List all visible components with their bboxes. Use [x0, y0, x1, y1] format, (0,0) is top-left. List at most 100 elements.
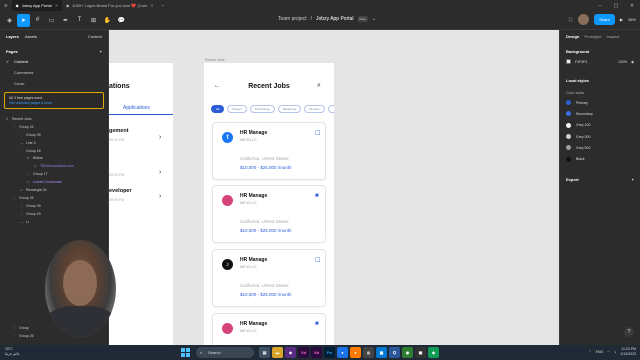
- job-card[interactable]: f HR Manage META LLC ☐ California, United St…: [212, 122, 326, 180]
- category-chip[interactable]: Finance: [304, 105, 325, 113]
- tray-chevron-icon[interactable]: ⌃: [589, 350, 592, 354]
- main-menu-icon[interactable]: ◈: [3, 14, 16, 27]
- add-export-icon[interactable]: +: [632, 177, 634, 182]
- layer-item[interactable]: ⋮ Group 18: [0, 148, 108, 156]
- minimize-icon[interactable]: –: [592, 3, 608, 9]
- category-chip[interactable]: Marketing: [277, 105, 302, 113]
- new-tab-icon[interactable]: +: [158, 0, 168, 11]
- language-indicator[interactable]: ENG: [596, 350, 604, 354]
- category-chip[interactable]: Technology: [249, 105, 275, 113]
- color-style-item[interactable]: Grey 100: [560, 120, 640, 131]
- back-arrow-icon[interactable]: ←: [214, 83, 220, 89]
- move-tool-icon[interactable]: ➤: [17, 13, 30, 27]
- adobe-xd-icon[interactable]: Xd: [298, 347, 309, 358]
- color-style-item[interactable]: Grey 500: [560, 142, 640, 153]
- comment-tool-icon[interactable]: 💬: [115, 14, 128, 27]
- team-link[interactable]: Team project: [278, 16, 307, 22]
- chevron-right-icon[interactable]: ›: [159, 193, 161, 200]
- volume-icon[interactable]: ◖: [614, 350, 616, 354]
- window-close-icon[interactable]: ✕: [624, 3, 640, 9]
- page-item-cover[interactable]: Cover: [0, 78, 108, 89]
- windows-start-icon[interactable]: [181, 348, 190, 357]
- present-icon[interactable]: ▶: [620, 17, 623, 22]
- layer-item[interactable]: ⋮ Group 39: [0, 132, 108, 140]
- layer-item[interactable]: ◇ curved / bookmark: [0, 179, 108, 187]
- app-icon[interactable]: ◈: [428, 347, 439, 358]
- category-chip[interactable]: Design: [227, 105, 247, 113]
- color-style-item[interactable]: Black: [560, 153, 640, 164]
- job-card[interactable]: HR Manage META LLC ■ California, United Sta…: [212, 185, 326, 243]
- browser-menu-icon[interactable]: ☰: [0, 0, 12, 11]
- avatar[interactable]: [578, 14, 590, 25]
- headphones-icon[interactable]: 🎧: [568, 17, 573, 22]
- tab-design[interactable]: Design: [566, 34, 579, 39]
- color-style-item[interactable]: Grey 300: [560, 131, 640, 142]
- background-fill-row[interactable]: F4F4F4 100% ◉: [560, 57, 640, 66]
- tab-prototype[interactable]: Prototype: [584, 34, 601, 39]
- layer-item[interactable]: # Button: [0, 155, 108, 163]
- text-tool-icon[interactable]: T: [73, 14, 86, 27]
- category-chip[interactable]: All: [211, 105, 225, 113]
- recent-jobs-frame[interactable]: Recent Jobs ← ⌕ All Design Technology Marke…: [204, 63, 334, 345]
- frame-tool-icon[interactable]: #: [31, 14, 44, 27]
- app-icon[interactable]: ◉: [402, 347, 413, 358]
- chevron-right-icon[interactable]: ›: [159, 134, 161, 141]
- app-icon[interactable]: ▦: [376, 347, 387, 358]
- layer-item[interactable]: ⋮ Group 17: [0, 171, 108, 179]
- browser-tab-logos[interactable]: ◆ 1000+ Logos Brand For you love ❤️ (Com…: [62, 0, 158, 11]
- chevron-down-icon[interactable]: ⌄: [372, 16, 376, 22]
- upgrade-link[interactable]: Get unlimited pages & more: [9, 101, 99, 105]
- photoshop-icon[interactable]: Ps: [324, 347, 335, 358]
- folder-icon[interactable]: ▬: [272, 347, 283, 358]
- browser-tab-jobzy[interactable]: ◆ Jobzy App Portal ✕: [11, 0, 63, 11]
- layer-item[interactable]: ⋮ Group 26: [0, 195, 108, 203]
- page-selector[interactable]: Content: [88, 34, 102, 39]
- file-explorer-icon[interactable]: ▤: [259, 347, 270, 358]
- app-icon[interactable]: ◆: [285, 347, 296, 358]
- bookmark-icon[interactable]: ■: [315, 193, 319, 199]
- applications-frame[interactable]: ations Applications gement 05:00 PM › 05…: [109, 63, 173, 345]
- weather-widget[interactable]: 15°C غائم جزئيا: [5, 347, 19, 357]
- layer-item[interactable]: # Recent Jobs: [0, 116, 108, 124]
- bookmark-icon[interactable]: ☐: [315, 257, 320, 264]
- pen-tool-icon[interactable]: ✒: [59, 14, 72, 27]
- layer-item[interactable]: ⋮ Group 29: [0, 211, 108, 219]
- layer-item[interactable]: ⋮ Group 39: [0, 203, 108, 211]
- resources-icon[interactable]: ⊞: [87, 14, 100, 27]
- wifi-icon[interactable]: ◠: [607, 350, 610, 354]
- job-card[interactable]: ♪ HR Manage META LLC ☐ California, United St…: [212, 249, 326, 307]
- tab-layers[interactable]: Layers: [6, 34, 19, 39]
- tab-assets[interactable]: Assets: [25, 34, 37, 39]
- color-style-item[interactable]: Primary: [560, 97, 640, 108]
- frame-label[interactable]: Recent Jobs: [205, 58, 224, 62]
- layer-item[interactable]: ▭ Rectangle 24: [0, 187, 108, 195]
- page-item-comments[interactable]: Comments: [0, 67, 108, 78]
- chevron-right-icon[interactable]: ›: [159, 169, 161, 176]
- chrome-icon[interactable]: ●: [337, 347, 348, 358]
- app-icon[interactable]: ▣: [415, 347, 426, 358]
- layer-item[interactable]: — Line 3: [0, 140, 108, 148]
- help-icon[interactable]: ?: [624, 327, 634, 337]
- tab-applications[interactable]: Applications: [109, 105, 173, 115]
- tab-inspect[interactable]: Inspect: [606, 34, 619, 39]
- close-icon[interactable]: ✕: [55, 3, 58, 8]
- shape-tool-icon[interactable]: ▭: [45, 14, 58, 27]
- background-swatch[interactable]: [566, 59, 571, 64]
- layer-item[interactable]: ◇ TikTok/socialicon.com: [0, 163, 108, 171]
- page-item-content[interactable]: Content: [0, 56, 108, 67]
- clock[interactable]: 11:23 PM 1/12/2023: [620, 347, 636, 357]
- layer-item[interactable]: — Li: [0, 219, 108, 227]
- eye-icon[interactable]: ◉: [631, 60, 634, 64]
- taskbar-search[interactable]: ⌕ Search: [196, 347, 254, 358]
- app-icon[interactable]: ◎: [363, 347, 374, 358]
- job-card[interactable]: HR Manage META LLC ■: [212, 313, 326, 345]
- firefox-icon[interactable]: ●: [350, 347, 361, 358]
- search-icon[interactable]: ⌕: [317, 82, 321, 90]
- hand-tool-icon[interactable]: ✋: [101, 14, 114, 27]
- file-name[interactable]: Jobzy App Portal: [316, 16, 354, 22]
- color-style-item[interactable]: Secondary: [560, 108, 640, 119]
- adobe-xd-icon[interactable]: Xd: [311, 347, 322, 358]
- design-canvas[interactable]: ations Applications gement 05:00 PM › 05…: [109, 30, 559, 345]
- zoom-level[interactable]: 36%: [628, 17, 636, 22]
- bookmark-icon[interactable]: ☐: [315, 130, 320, 137]
